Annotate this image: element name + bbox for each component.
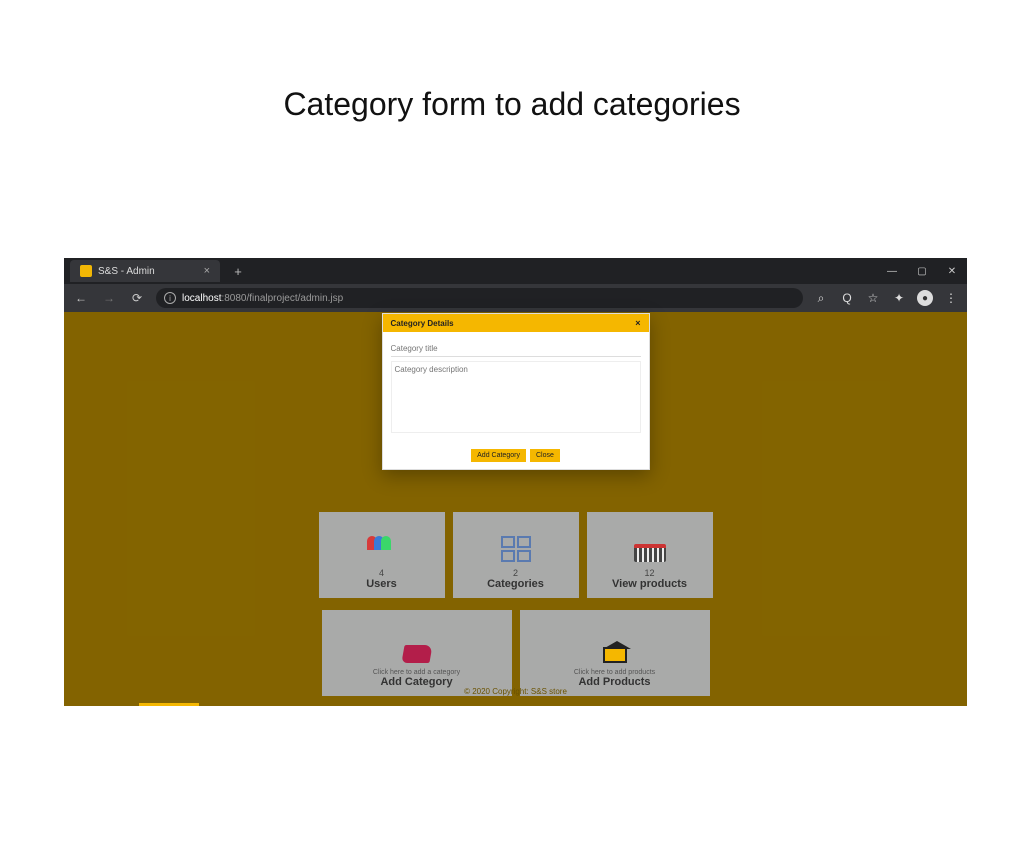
house-icon [603, 647, 627, 663]
categories-icon [501, 536, 531, 562]
close-window-icon[interactable]: ✕ [937, 258, 967, 284]
browser-window: S&S - Admin × + — ▢ ✕ ← → ⟳ i localhost:… [64, 258, 967, 706]
new-tab-button[interactable]: + [230, 264, 246, 279]
reload-icon[interactable]: ⟳ [128, 291, 146, 305]
key-icon[interactable]: ⌕ [813, 291, 829, 306]
category-modal: Category Details × Add Category Close [382, 313, 650, 470]
menu-icon[interactable]: ⋮ [943, 291, 959, 305]
category-description-input[interactable] [391, 361, 641, 433]
window-controls: — ▢ ✕ [877, 258, 967, 284]
products-icon [634, 544, 666, 562]
card-row-actions: Click here to add a category Add Categor… [322, 610, 710, 696]
add-category-sub: Click here to add a category [373, 669, 460, 676]
url-host: localhost [182, 293, 221, 304]
card-add-category[interactable]: Click here to add a category Add Categor… [322, 610, 512, 696]
modal-footer: Add Category Close [383, 444, 649, 469]
maximize-icon[interactable]: ▢ [907, 258, 937, 284]
card-users[interactable]: 4 Users [319, 512, 445, 598]
tab-title: S&S - Admin [98, 266, 198, 277]
tab-active[interactable]: S&S - Admin × [70, 260, 220, 282]
products-label: View products [612, 578, 687, 590]
profile-avatar-icon[interactable]: ● [917, 290, 933, 306]
favicon-icon [80, 265, 92, 277]
users-icon [367, 536, 397, 562]
categories-count: 2 [513, 568, 518, 578]
users-count: 4 [379, 568, 384, 578]
close-modal-button[interactable]: Close [530, 449, 560, 462]
slide-title: Category form to add categories [0, 86, 1024, 123]
users-label: Users [366, 578, 397, 590]
modal-close-icon[interactable]: × [635, 318, 640, 328]
address-row: ← → ⟳ i localhost:8080/finalproject/admi… [64, 284, 967, 312]
toolbar-right: ⌕ Q ☆ ✦ ● ⋮ [813, 290, 959, 306]
card-view-products[interactable]: 12 View products [587, 512, 713, 598]
search-icon[interactable]: Q [839, 291, 855, 305]
back-icon[interactable]: ← [72, 291, 90, 305]
add-products-sub: Click here to add products [574, 669, 655, 676]
address-bar[interactable]: i localhost:8080/finalproject/admin.jsp [156, 288, 803, 308]
close-tab-icon[interactable]: × [204, 265, 210, 277]
categories-label: Categories [487, 578, 544, 590]
tab-bar: S&S - Admin × + — ▢ ✕ [64, 258, 967, 284]
modal-title: Category Details [391, 319, 454, 328]
modal-header: Category Details × [383, 314, 649, 332]
footer-copyright: © 2020 Copyright: S&S store [64, 687, 967, 696]
page-content: 4 Users 2 Categories 12 View products Cl… [64, 312, 967, 706]
card-row-stats: 4 Users 2 Categories 12 View products [319, 512, 713, 598]
products-count: 12 [644, 568, 654, 578]
add-category-button[interactable]: Add Category [471, 449, 526, 462]
category-title-input[interactable] [391, 341, 641, 357]
card-add-products[interactable]: Click here to add products Add Products [520, 610, 710, 696]
star-icon[interactable]: ☆ [865, 291, 881, 305]
modal-body [383, 332, 649, 444]
minimize-icon[interactable]: — [877, 258, 907, 284]
forward-icon[interactable]: → [100, 291, 118, 305]
card-categories[interactable]: 2 Categories [453, 512, 579, 598]
site-info-icon[interactable]: i [164, 292, 176, 304]
extensions-icon[interactable]: ✦ [891, 291, 907, 305]
bottom-accent-bar [139, 703, 199, 706]
url-path: :8080/finalproject/admin.jsp [221, 293, 343, 304]
url-text: localhost:8080/finalproject/admin.jsp [182, 293, 343, 304]
shoe-icon [401, 645, 432, 663]
